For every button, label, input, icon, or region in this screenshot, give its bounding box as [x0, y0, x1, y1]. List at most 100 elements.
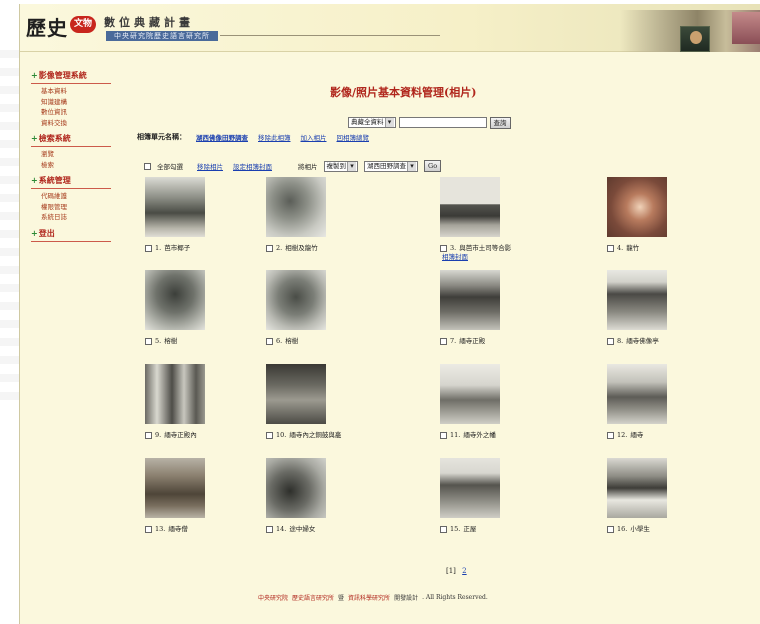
- photo-thumbnail[interactable]: [440, 270, 500, 330]
- photo-number: 5.: [155, 337, 162, 345]
- photo-item: 13. 緬寺僧: [145, 458, 265, 534]
- photo-caption: 15. 正屋: [440, 525, 560, 534]
- photo-number: 14.: [276, 525, 287, 533]
- photo-item: 9. 緬寺正殿內: [145, 364, 265, 440]
- photo-caption: 16. 小學生: [607, 525, 727, 534]
- photo-checkbox[interactable]: [266, 526, 273, 533]
- photo-caption: 12. 緬寺: [607, 431, 727, 440]
- photo-checkbox[interactable]: [145, 245, 152, 252]
- photo-number: 6.: [276, 337, 283, 345]
- photo-thumbnail[interactable]: [145, 177, 205, 237]
- footer-sep: 暨: [338, 595, 345, 602]
- photo-title: 緬寺僧: [168, 525, 188, 533]
- photo-caption: 3. 與芭市土司等合影: [440, 244, 560, 253]
- photo-title: 相樹及龍竹: [285, 244, 318, 252]
- photo-caption: 5. 榕樹: [145, 337, 265, 346]
- photo-thumbnail[interactable]: [440, 458, 500, 518]
- photo-thumbnail[interactable]: [145, 458, 205, 518]
- photo-number: 3.: [450, 244, 457, 252]
- photo-item: 1. 芭市椰子: [145, 177, 265, 253]
- photo-checkbox[interactable]: [440, 526, 447, 533]
- photo-title: 榕樹: [285, 337, 299, 345]
- photo-thumbnail[interactable]: [440, 364, 500, 424]
- current-page: [1]: [446, 567, 456, 575]
- photo-caption: 7. 緬寺正殿: [440, 337, 560, 346]
- photo-thumbnail[interactable]: [607, 177, 667, 237]
- photo-title: 與芭市土司等合影: [459, 244, 512, 252]
- photo-number: 9.: [155, 431, 162, 439]
- photo-thumbnail[interactable]: [145, 270, 205, 330]
- photo-grid: 1. 芭市椰子 2. 相樹及龍竹 3. 與芭市土司等合影 相簿封面 4. 龍竹 5. 榕樹 6. 榕樹 7…: [20, 4, 760, 564]
- footer: 中央研究院 歷史語言研究所 暨 資訊科學研究所 開發設計 . All Right…: [258, 593, 488, 602]
- left-decoration: [0, 40, 19, 400]
- photo-item: 3. 與芭市土司等合影 相簿封面: [440, 177, 560, 262]
- photo-thumbnail[interactable]: [145, 364, 205, 424]
- footer-design: 開發設計: [394, 595, 419, 602]
- photo-thumbnail[interactable]: [266, 458, 326, 518]
- photo-caption: 2. 相樹及龍竹: [266, 244, 386, 253]
- photo-thumbnail[interactable]: [607, 270, 667, 330]
- page-2-link[interactable]: 2: [462, 567, 466, 575]
- photo-checkbox[interactable]: [607, 432, 614, 439]
- photo-item: 10. 緬寺內之銅鼓與龕: [266, 364, 386, 440]
- photo-number: 12.: [617, 431, 628, 439]
- footer-org-3: 資訊科學研究所: [348, 595, 391, 602]
- photo-caption: 13. 緬寺僧: [145, 525, 265, 534]
- photo-caption: 9. 緬寺正殿內: [145, 431, 265, 440]
- photo-caption: 1. 芭市椰子: [145, 244, 265, 253]
- photo-title: 途中婦女: [289, 525, 316, 533]
- photo-item: 14. 途中婦女: [266, 458, 386, 534]
- photo-checkbox[interactable]: [607, 245, 614, 252]
- photo-number: 7.: [450, 337, 457, 345]
- photo-number: 2.: [276, 244, 283, 252]
- photo-item: 6. 榕樹: [266, 270, 386, 346]
- photo-thumbnail[interactable]: [266, 177, 326, 237]
- photo-title: 緬寺外之幡: [463, 431, 496, 439]
- photo-title: 緬寺內之銅鼓與龕: [289, 431, 342, 439]
- photo-number: 4.: [617, 244, 624, 252]
- photo-title: 小學生: [630, 525, 650, 533]
- photo-thumbnail[interactable]: [440, 177, 500, 237]
- photo-checkbox[interactable]: [266, 245, 273, 252]
- photo-number: 8.: [617, 337, 624, 345]
- photo-thumbnail[interactable]: [607, 458, 667, 518]
- photo-number: 15.: [450, 525, 461, 533]
- photo-item: 11. 緬寺外之幡: [440, 364, 560, 440]
- photo-number: 1.: [155, 244, 162, 252]
- photo-checkbox[interactable]: [266, 338, 273, 345]
- photo-caption: 10. 緬寺內之銅鼓與龕: [266, 431, 386, 440]
- photo-title: 芭市椰子: [164, 244, 191, 252]
- photo-checkbox[interactable]: [607, 526, 614, 533]
- photo-caption: 4. 龍竹: [607, 244, 727, 253]
- photo-caption: 11. 緬寺外之幡: [440, 431, 560, 440]
- photo-checkbox[interactable]: [266, 432, 273, 439]
- photo-caption: 6. 榕樹: [266, 337, 386, 346]
- album-cover-link[interactable]: 相簿封面: [442, 253, 560, 262]
- photo-title: 緬寺正殿: [459, 337, 486, 345]
- photo-number: 11.: [450, 431, 461, 439]
- photo-item: 5. 榕樹: [145, 270, 265, 346]
- footer-org-1: 中央研究院: [258, 595, 289, 602]
- photo-checkbox[interactable]: [440, 245, 447, 252]
- photo-checkbox[interactable]: [145, 338, 152, 345]
- photo-item: 2. 相樹及龍竹: [266, 177, 386, 253]
- photo-title: 正屋: [463, 525, 477, 533]
- photo-item: 16. 小學生: [607, 458, 727, 534]
- footer-org-2: 歷史語言研究所: [292, 595, 335, 602]
- photo-number: 10.: [276, 431, 287, 439]
- photo-checkbox[interactable]: [440, 338, 447, 345]
- photo-checkbox[interactable]: [145, 432, 152, 439]
- photo-thumbnail[interactable]: [266, 364, 326, 424]
- photo-checkbox[interactable]: [145, 526, 152, 533]
- pagination: [1] 2: [446, 567, 467, 575]
- photo-checkbox[interactable]: [607, 338, 614, 345]
- photo-caption: 8. 緬寺佛像亭: [607, 337, 727, 346]
- photo-thumbnail[interactable]: [266, 270, 326, 330]
- page-frame: 歷史 文物 數位典藏計畫 中央研究院歷史語言研究所 +影像管理系統 基本資料 知識建…: [19, 4, 760, 624]
- photo-item: 4. 龍竹: [607, 177, 727, 253]
- photo-thumbnail[interactable]: [607, 364, 667, 424]
- footer-rights: . All Rights Reserved.: [422, 594, 488, 601]
- photo-number: 16.: [617, 525, 628, 533]
- photo-checkbox[interactable]: [440, 432, 447, 439]
- photo-caption: 14. 途中婦女: [266, 525, 386, 534]
